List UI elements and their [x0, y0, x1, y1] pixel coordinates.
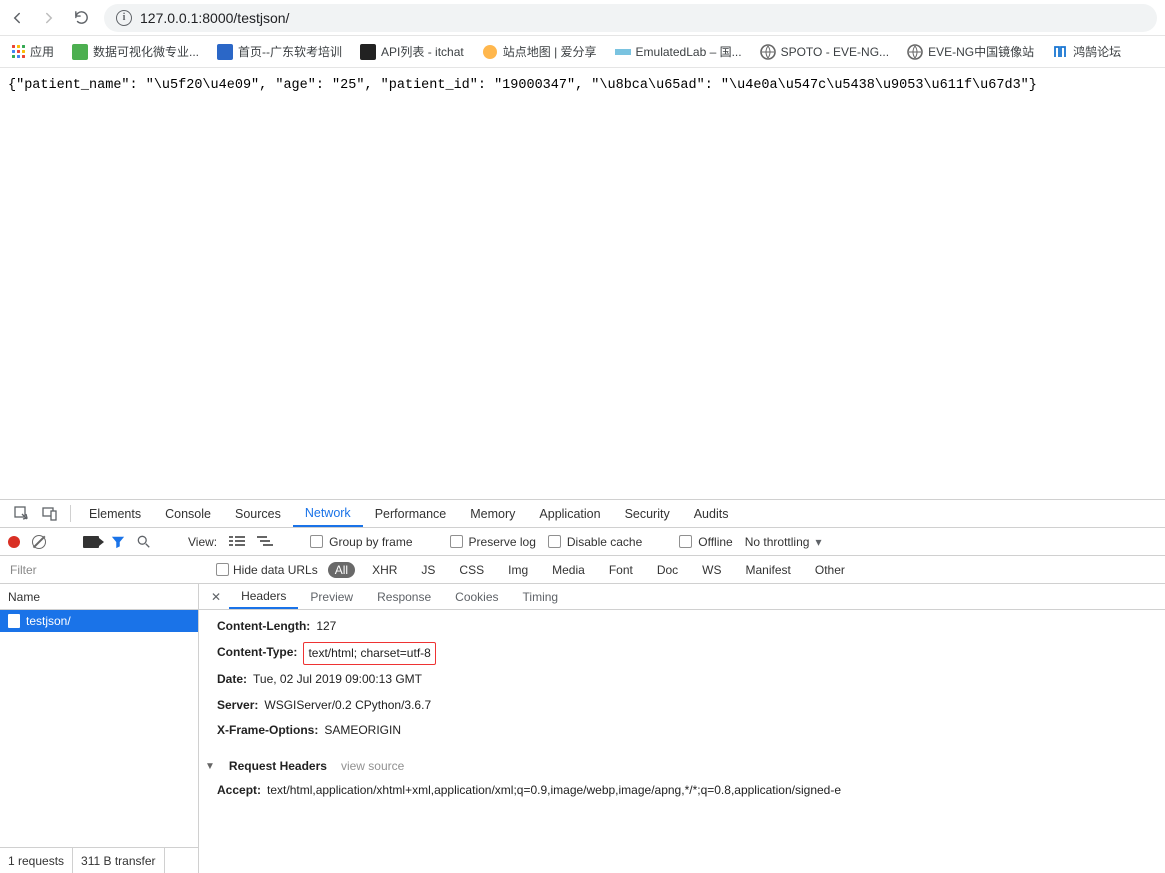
url-text: 127.0.0.1:8000/testjson/ [140, 10, 289, 26]
offline-label: Offline [698, 535, 732, 549]
bookmark-item[interactable]: EmulatedLab – 国... [611, 40, 746, 63]
header-row: X-Frame-Options:SAMEORIGIN [217, 718, 1165, 744]
filter-type-media[interactable]: Media [545, 562, 592, 578]
filter-toggle-icon[interactable] [111, 535, 125, 549]
tab-memory[interactable]: Memory [458, 500, 527, 527]
filter-type-img[interactable]: Img [501, 562, 535, 578]
tab-console[interactable]: Console [153, 500, 223, 527]
content-type-highlight: text/html; charset=utf-8 [303, 642, 435, 666]
bookmark-item[interactable]: 站点地图 | 爱分享 [478, 40, 601, 63]
header-row: Server:WSGIServer/0.2 CPython/3.6.7 [217, 693, 1165, 719]
preserve-log-checkbox[interactable] [450, 535, 463, 548]
page-body-text: {"patient_name": "\u5f20\u4e09", "age": … [0, 68, 1165, 499]
favicon-icon [217, 44, 233, 60]
request-headers-section[interactable]: ▼ Request Headers view source [205, 756, 1165, 778]
clear-button[interactable] [32, 535, 46, 549]
header-row: Date:Tue, 02 Jul 2019 09:00:13 GMT [217, 667, 1165, 693]
inspect-element-icon[interactable] [8, 500, 36, 527]
offline-checkbox[interactable] [679, 535, 692, 548]
detail-tab-headers[interactable]: Headers [229, 584, 298, 609]
bookmark-item[interactable]: EVE-NG中国镜像站 [903, 40, 1038, 63]
address-bar[interactable]: i 127.0.0.1:8000/testjson/ [104, 4, 1157, 32]
request-list-header[interactable]: Name [0, 584, 198, 610]
filter-type-doc[interactable]: Doc [650, 562, 685, 578]
hide-data-urls-label: Hide data URLs [233, 563, 318, 577]
filter-type-all[interactable]: All [328, 562, 355, 578]
bookmark-item[interactable]: 首页--广东软考培训 [213, 40, 346, 63]
network-toolbar: View: Group by frame Preserve log Disabl… [0, 528, 1165, 556]
favicon-icon [72, 44, 88, 60]
filter-type-xhr[interactable]: XHR [365, 562, 404, 578]
group-by-frame-checkbox[interactable] [310, 535, 323, 548]
filter-type-font[interactable]: Font [602, 562, 640, 578]
filter-row: Hide data URLs All XHR JS CSS Img Media … [0, 556, 1165, 584]
detail-tab-response[interactable]: Response [365, 584, 443, 609]
favicon-icon [360, 44, 376, 60]
detail-tab-cookies[interactable]: Cookies [443, 584, 510, 609]
filter-type-manifest[interactable]: Manifest [739, 562, 798, 578]
tab-application[interactable]: Application [527, 500, 612, 527]
waterfall-icon[interactable] [257, 536, 273, 548]
apps-grid-icon [12, 45, 25, 58]
request-row[interactable]: testjson/ [0, 610, 198, 632]
tab-elements[interactable]: Elements [77, 500, 153, 527]
bookmark-item[interactable]: 数据可视化微专业... [68, 40, 203, 63]
search-icon[interactable] [137, 535, 151, 549]
device-toolbar-icon[interactable] [36, 500, 64, 527]
view-label: View: [188, 535, 217, 549]
filter-type-js[interactable]: JS [414, 562, 442, 578]
apps-button[interactable]: 应用 [8, 40, 58, 63]
tab-sources[interactable]: Sources [223, 500, 293, 527]
filter-input[interactable] [6, 560, 206, 580]
throttling-dropdown[interactable]: No throttling [745, 535, 822, 549]
header-row: Content-Type:text/html; charset=utf-8 [217, 640, 1165, 668]
detail-tabs: ✕ Headers Preview Response Cookies Timin… [199, 584, 1165, 610]
request-detail-panel: ✕ Headers Preview Response Cookies Timin… [199, 584, 1165, 873]
request-list: Name testjson/ 1 requests 311 B transfer [0, 584, 199, 873]
favicon-icon [760, 44, 776, 60]
header-row: Accept:text/html,application/xhtml+xml,a… [217, 778, 1165, 804]
network-body: Name testjson/ 1 requests 311 B transfer… [0, 584, 1165, 873]
bookmark-item[interactable]: SPOTO - EVE-NG... [756, 41, 893, 63]
favicon-icon [1052, 44, 1068, 60]
favicon-icon [907, 44, 923, 60]
tab-network[interactable]: Network [293, 500, 363, 527]
detail-tab-preview[interactable]: Preview [298, 584, 365, 609]
tab-audits[interactable]: Audits [682, 500, 741, 527]
favicon-icon [482, 44, 498, 60]
collapse-triangle-icon: ▼ [205, 758, 215, 776]
filter-type-css[interactable]: CSS [452, 562, 491, 578]
disable-cache-label: Disable cache [567, 535, 642, 549]
large-rows-icon[interactable] [229, 536, 245, 548]
request-summary: 1 requests 311 B transfer [0, 847, 198, 873]
screenshot-button[interactable] [83, 536, 99, 548]
disable-cache-checkbox[interactable] [548, 535, 561, 548]
header-row: Content-Length:127 [217, 614, 1165, 640]
tab-performance[interactable]: Performance [363, 500, 459, 527]
devtools-panel: Elements Console Sources Network Perform… [0, 499, 1165, 873]
devtools-tabs: Elements Console Sources Network Perform… [0, 500, 1165, 528]
filter-type-other[interactable]: Other [808, 562, 852, 578]
bookmarks-bar: 应用 数据可视化微专业... 首页--广东软考培训 API列表 - itchat… [0, 36, 1165, 68]
filter-type-ws[interactable]: WS [695, 562, 728, 578]
group-by-frame-label: Group by frame [329, 535, 412, 549]
reload-button[interactable] [72, 9, 90, 27]
favicon-icon [615, 44, 631, 60]
browser-toolbar: i 127.0.0.1:8000/testjson/ [0, 0, 1165, 36]
site-info-icon[interactable]: i [116, 10, 132, 26]
tab-security[interactable]: Security [613, 500, 682, 527]
hide-data-urls-checkbox[interactable] [216, 563, 229, 576]
detail-tab-timing[interactable]: Timing [511, 584, 571, 609]
document-icon [8, 614, 20, 628]
preserve-log-label: Preserve log [469, 535, 536, 549]
bookmark-item[interactable]: 鸿鹄论坛 [1048, 40, 1125, 63]
view-source-link[interactable]: view source [341, 756, 404, 778]
back-button[interactable] [8, 9, 26, 27]
bookmark-item[interactable]: API列表 - itchat [356, 40, 468, 63]
forward-button[interactable] [40, 9, 58, 27]
record-button[interactable] [8, 536, 20, 548]
headers-content: Content-Length:127 Content-Type:text/htm… [199, 610, 1165, 873]
close-detail-button[interactable]: ✕ [203, 584, 229, 609]
